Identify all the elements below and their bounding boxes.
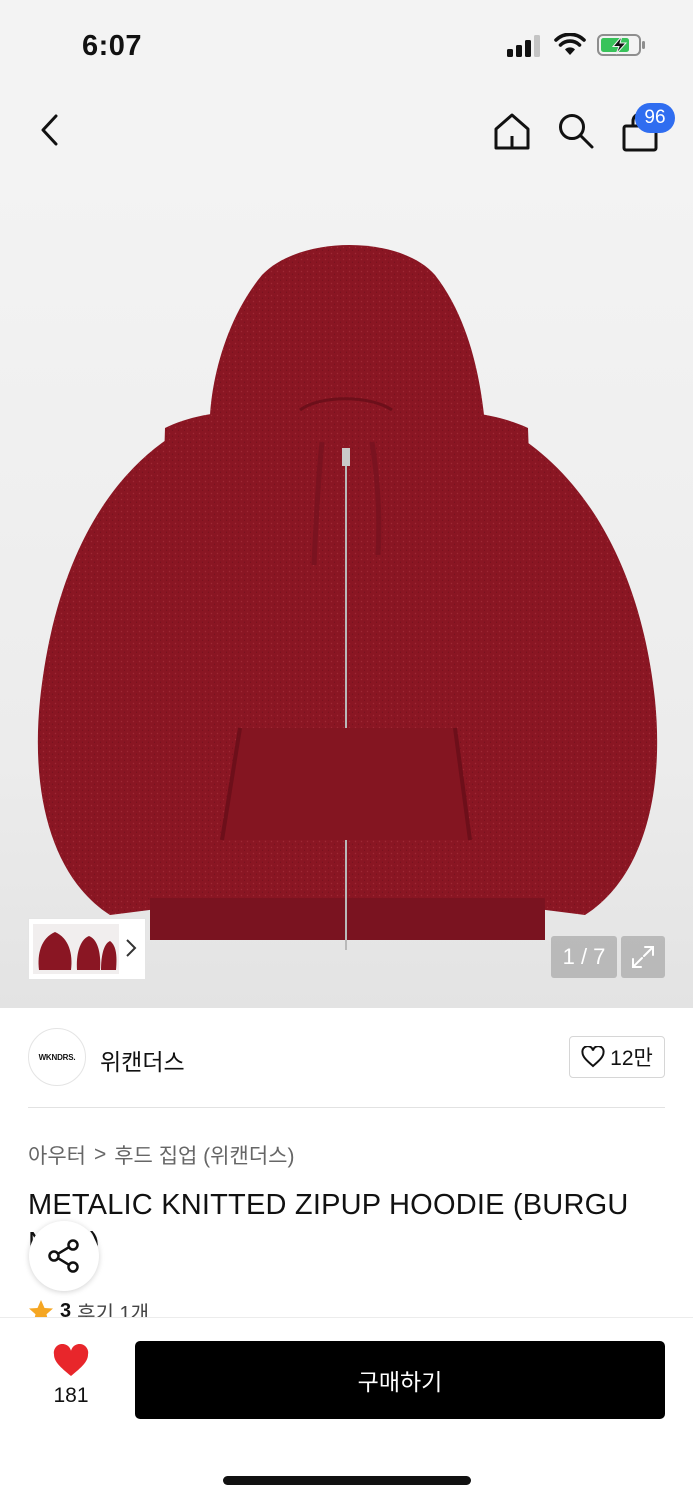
product-title: METALIC KNITTED ZIPUP HOODIE (BURGU NDY) — [28, 1189, 629, 1259]
brand-like-button[interactable]: 12만 — [569, 1036, 665, 1078]
divider — [28, 1107, 665, 1108]
product-image — [37, 245, 658, 950]
wifi-icon — [554, 33, 586, 55]
cart-count-badge: 96 — [635, 103, 675, 133]
thumbnail-strip[interactable] — [28, 918, 146, 980]
heart-outline-icon — [581, 1046, 605, 1068]
cellular-signal-icon — [507, 35, 540, 57]
breadcrumb-category[interactable]: 아우터 — [28, 1140, 86, 1170]
brand-logo-text: WKNDRS. — [38, 1052, 76, 1062]
heart-filled-icon — [53, 1344, 89, 1376]
chevron-right-icon — [126, 939, 137, 957]
top-nav-bar — [0, 90, 693, 180]
search-button[interactable] — [553, 108, 599, 154]
expand-icon — [632, 946, 654, 968]
brand-logo[interactable]: WKNDRS. — [28, 1028, 86, 1086]
share-button[interactable] — [29, 1221, 99, 1291]
wishlist-button[interactable]: 181 — [28, 1344, 114, 1416]
color-variant-thumbnails — [33, 924, 119, 974]
status-bar: 6:07 — [0, 0, 693, 90]
wishlist-count: 181 — [53, 1384, 89, 1407]
back-button[interactable] — [28, 108, 72, 152]
breadcrumb-subcategory[interactable]: 후드 집업 (위캔더스) — [114, 1140, 294, 1170]
home-button[interactable] — [489, 108, 535, 154]
brand-like-count: 12만 — [610, 1047, 653, 1070]
breadcrumb: 아우터 > 후드 집업 (위캔더스) — [28, 1140, 294, 1170]
buy-button[interactable]: 구매하기 — [135, 1341, 665, 1419]
share-icon — [48, 1239, 79, 1273]
brand-name[interactable]: 위캔더스 — [100, 1043, 185, 1077]
brand-row: WKNDRS. 위캔더스 12만 — [28, 1028, 665, 1086]
fullscreen-button[interactable] — [621, 936, 665, 978]
bottom-action-bar: 181 구매하기 — [0, 1317, 693, 1500]
home-icon — [494, 113, 530, 150]
home-indicator — [223, 1476, 471, 1485]
status-time: 6:07 — [82, 30, 143, 62]
product-image-gallery[interactable]: 1 / 7 — [0, 180, 693, 1008]
image-page-indicator: 1 / 7 — [551, 936, 617, 978]
back-arrow-icon — [41, 114, 58, 146]
battery-charging-icon — [597, 34, 645, 56]
breadcrumb-separator: > — [93, 1143, 107, 1166]
search-icon — [559, 114, 594, 149]
